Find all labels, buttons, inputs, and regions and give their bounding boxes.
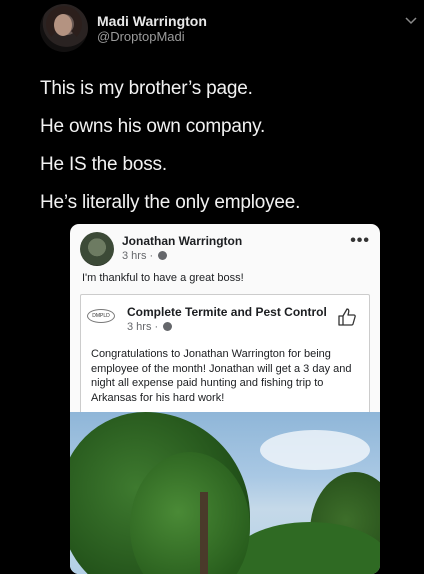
globe-icon [163,322,173,331]
tweet-line: He IS the boss. [40,154,167,175]
tweet-line: He owns his own company. [40,116,266,137]
bush [230,522,380,574]
tweet-header: Madi Warrington @DroptopMadi [40,4,420,52]
facebook-post-screenshot: Jonathan Warrington 3 hrs · ••• I'm than… [70,224,380,574]
outdoor-photo [70,412,380,574]
fb-post-time: 3 hrs · [122,250,168,262]
company-logo: DMPLD [87,309,115,323]
tweet-line: This is my brother’s page. [40,78,253,99]
globe-icon [158,251,168,260]
user-handle[interactable]: @DroptopMadi [97,29,185,44]
shared-post-time: 3 hrs · [127,321,173,333]
fb-post-text: I'm thankful to have a great boss! [82,272,244,284]
display-name[interactable]: Madi Warrington [97,13,207,29]
avatar-face [54,14,72,36]
more-options-icon: ••• [350,232,370,249]
thumbs-up-icon [338,308,356,326]
shared-time-text: 3 hrs · [127,321,159,333]
cloud [260,430,370,470]
shared-post-text: Congratulations to Jonathan Warrington f… [91,348,352,404]
shared-post: DMPLD Complete Termite and Pest Control … [80,294,370,414]
fb-author-name: Jonathan Warrington [122,234,243,248]
fb-author-avatar [80,232,114,266]
tweet-body: This is my brother’s page. He owns his o… [40,76,410,228]
avatar[interactable] [40,4,88,52]
company-name: Complete Termite and Pest Control [127,305,327,319]
tweet-line: He’s literally the only employee. [40,192,301,213]
tree-trunk [200,492,208,574]
fb-time-text: 3 hrs · [122,250,154,262]
chevron-down-icon[interactable] [404,14,418,28]
